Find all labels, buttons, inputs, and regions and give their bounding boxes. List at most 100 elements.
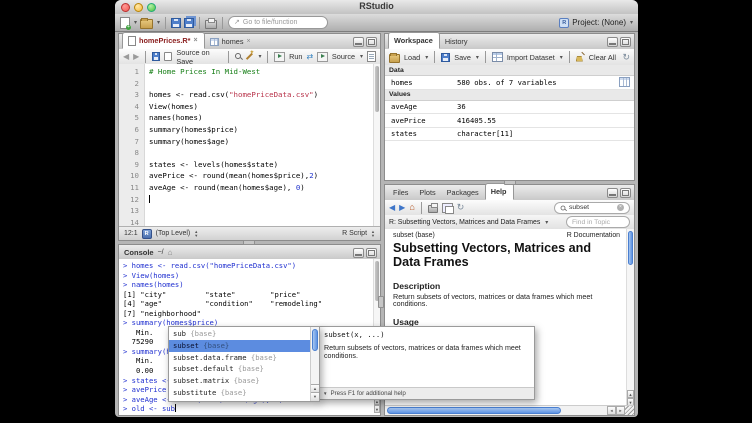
help-print-icon[interactable]: [428, 205, 438, 213]
open-file-dropdown-icon[interactable]: ▾: [157, 19, 160, 26]
save-all-icon[interactable]: [184, 18, 194, 28]
load-button[interactable]: Load: [404, 53, 420, 62]
title-bar[interactable]: RStudio: [115, 0, 638, 15]
maximize-pane-button[interactable]: [366, 248, 377, 258]
hscroll-left-arrow[interactable]: ◂: [607, 406, 616, 415]
tab-packages[interactable]: Packages: [442, 185, 485, 200]
help-hscrollbar[interactable]: ◂ ▸: [385, 405, 634, 415]
console-line: > homes <- read.csv("homePriceData.csv"): [123, 261, 380, 271]
compile-notebook-icon[interactable]: [367, 51, 376, 62]
tab-help[interactable]: Help: [485, 183, 514, 200]
workspace-row-aveage[interactable]: aveAge 36: [385, 101, 634, 115]
resize-grip[interactable]: [625, 406, 634, 415]
find-replace-icon[interactable]: [235, 53, 242, 61]
minimize-pane-button[interactable]: [353, 248, 364, 258]
close-window-button[interactable]: [121, 3, 130, 12]
help-refresh-icon[interactable]: ↻: [457, 202, 465, 213]
minimize-pane-button[interactable]: [607, 37, 618, 47]
autocomplete-item-selected[interactable]: subset {base}: [169, 340, 310, 352]
window-title: RStudio: [115, 1, 638, 11]
save-icon[interactable]: [171, 18, 181, 28]
editor-scrollbar[interactable]: [373, 64, 380, 227]
autocomplete-item[interactable]: substitute {base}: [169, 387, 310, 399]
workspace-row-aveprice[interactable]: avePrice 416405.55: [385, 114, 634, 128]
workspace-row-states[interactable]: states character[11]: [385, 128, 634, 142]
topic-selector[interactable]: R: Subsetting Vectors, Matrices and Data…: [389, 219, 540, 226]
home-dir-icon[interactable]: ⌂: [168, 248, 173, 257]
clear-search-icon[interactable]: ×: [617, 204, 624, 211]
print-icon[interactable]: [205, 20, 217, 29]
scope-selector[interactable]: (Top Level): [156, 230, 191, 237]
source-on-save-checkbox[interactable]: [164, 52, 172, 61]
code-line: 12: [119, 194, 380, 206]
autocomplete-scrollbar[interactable]: ▲ ▼: [310, 327, 319, 401]
save-dropdown-icon[interactable]: ▾: [476, 54, 479, 61]
workspace-row-homes[interactable]: homes 580 obs. of 7 variables: [385, 76, 634, 90]
help-scrollbar[interactable]: [626, 229, 634, 406]
minimize-pane-button[interactable]: [607, 188, 618, 198]
autocomplete-item[interactable]: subset.data.frame {base}: [169, 352, 310, 364]
workspace-section-header: Values: [385, 90, 634, 101]
autocomplete-item[interactable]: subset.default {base}: [169, 363, 310, 375]
close-tab-icon[interactable]: ×: [194, 37, 198, 44]
save-source-icon[interactable]: [152, 52, 160, 61]
maximize-pane-button[interactable]: [366, 37, 377, 47]
save-workspace-icon[interactable]: [441, 53, 450, 62]
tab-workspace[interactable]: Workspace: [388, 32, 440, 49]
view-data-icon[interactable]: [619, 77, 630, 87]
run-icon[interactable]: [274, 52, 285, 62]
file-type-selector[interactable]: R Script: [342, 230, 367, 237]
maximize-pane-button[interactable]: [620, 188, 631, 198]
clear-all-icon[interactable]: [576, 53, 585, 62]
scroll-down-arrow[interactable]: ▼: [311, 392, 319, 401]
source-dropdown-icon[interactable]: ▾: [360, 53, 363, 60]
code-tools-dropdown-icon[interactable]: ▾: [258, 53, 261, 60]
help-scroll-arrows[interactable]: ▲▼: [627, 390, 634, 406]
load-dropdown-icon[interactable]: ▾: [425, 54, 428, 61]
source-button[interactable]: Source: [332, 52, 355, 61]
horizontal-splitter-grip[interactable]: [504, 180, 516, 185]
tab-plots[interactable]: Plots: [414, 185, 441, 200]
new-file-icon[interactable]: +: [120, 17, 130, 29]
refresh-icon[interactable]: ↻: [622, 52, 630, 63]
hscroll-right-arrow[interactable]: ▸: [616, 406, 625, 415]
clear-all-button[interactable]: Clear All: [589, 53, 616, 62]
zoom-window-button[interactable]: [147, 3, 156, 12]
console-caret: [175, 404, 176, 412]
import-dataset-button[interactable]: Import Dataset: [507, 53, 555, 62]
autocomplete-item[interactable]: subset.matrix {base}: [169, 375, 310, 387]
close-tab-icon[interactable]: ×: [247, 38, 251, 45]
maximize-pane-button[interactable]: [620, 37, 631, 47]
autocomplete-item[interactable]: sub {base}: [169, 328, 310, 340]
project-menu[interactable]: R Project: (None) ▾: [559, 18, 633, 28]
open-file-icon[interactable]: [140, 19, 153, 29]
import-dataset-icon[interactable]: [492, 52, 503, 62]
help-home-icon[interactable]: ⌂: [409, 203, 414, 212]
rerun-icon[interactable]: ⇄: [306, 53, 313, 61]
open-in-new-window-icon[interactable]: [442, 203, 453, 213]
horizontal-splitter-grip[interactable]: [243, 240, 255, 245]
help-forward-icon[interactable]: ▶: [399, 204, 405, 212]
topic-dropdown-icon[interactable]: ▾: [545, 219, 548, 226]
save-button[interactable]: Save: [454, 53, 471, 62]
minimize-pane-button[interactable]: [353, 37, 364, 47]
minimize-window-button[interactable]: [134, 3, 143, 12]
new-file-dropdown-icon[interactable]: ▾: [134, 19, 137, 26]
code-tools-icon[interactable]: [246, 52, 254, 61]
help-search-input[interactable]: subset ×: [554, 202, 630, 214]
find-in-topic-input[interactable]: Find in Topic: [566, 216, 630, 228]
tab-homeprices-r[interactable]: homePrices.R* ×: [122, 32, 205, 49]
back-icon[interactable]: ◀: [123, 53, 129, 61]
code-editor[interactable]: 1# Home Prices In Mid-West 2 3homes <- r…: [119, 64, 380, 227]
import-dropdown-icon[interactable]: ▾: [560, 54, 563, 61]
source-icon[interactable]: [317, 52, 328, 62]
help-back-icon[interactable]: ◀: [389, 204, 395, 212]
vertical-splitter-grip[interactable]: [378, 296, 384, 308]
forward-icon[interactable]: ▶: [133, 53, 139, 61]
goto-file-function-input[interactable]: ↗ Go to file/function: [228, 16, 328, 29]
autocomplete-list: sub {base} subset {base} subset.data.fra…: [169, 327, 310, 401]
tab-files[interactable]: Files: [388, 185, 414, 200]
run-button[interactable]: Run: [289, 52, 302, 61]
tab-history[interactable]: History: [440, 34, 474, 49]
load-workspace-icon[interactable]: [389, 54, 400, 63]
